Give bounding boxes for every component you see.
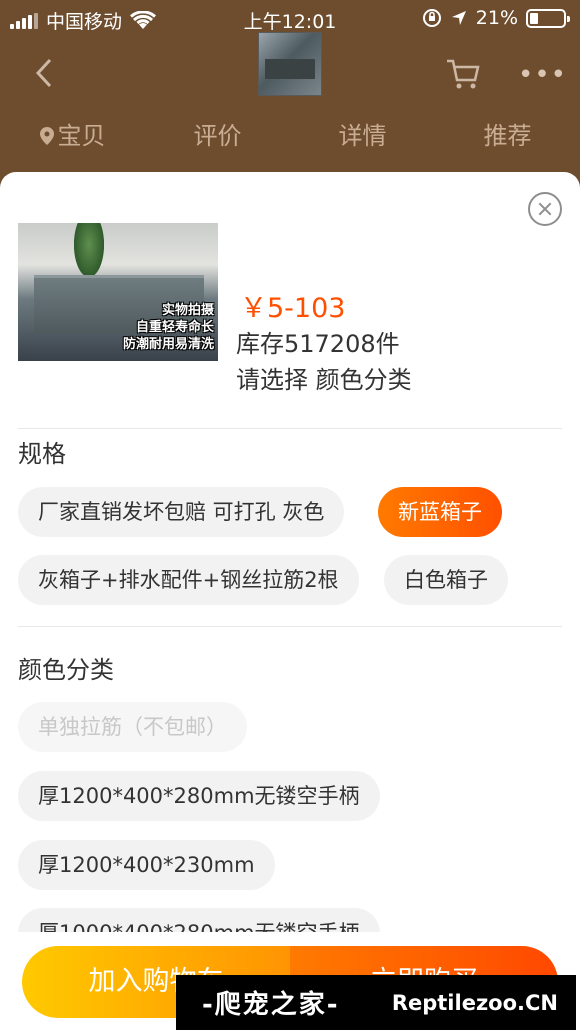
location-icon	[451, 11, 466, 25]
tab-details[interactable]: 详情	[290, 112, 435, 164]
tab-item[interactable]: 宝贝	[0, 112, 145, 164]
color-option[interactable]: 厚1200*400*280mm无镂空手柄	[18, 771, 380, 821]
cart-icon[interactable]	[446, 58, 480, 90]
price-range: ￥5-103	[240, 293, 346, 324]
battery-percent: 21%	[475, 7, 518, 29]
back-icon[interactable]	[30, 58, 60, 88]
plant-graphic	[74, 223, 104, 277]
close-icon[interactable]	[528, 192, 562, 226]
sku-selection-sheet: 实物拍摄 自重轻寿命长 防潮耐用易清洗 ￥5-103 库存517208件 请选择…	[0, 172, 580, 1030]
watermark-en: Reptilezoo.CN	[391, 990, 558, 1015]
battery-icon	[526, 8, 570, 28]
spec-option[interactable]: 白色箱子	[384, 555, 508, 605]
watermark: -爬宠之家- Reptilezoo.CN	[176, 975, 576, 1030]
nav-tabs: 宝贝 评价 详情 推荐	[0, 112, 580, 164]
product-image[interactable]: 实物拍摄 自重轻寿命长 防潮耐用易清洗	[18, 223, 218, 361]
divider	[18, 428, 562, 429]
nav-product-thumbnail[interactable]	[258, 32, 322, 96]
color-section-title: 颜色分类	[18, 656, 114, 684]
color-option-disabled[interactable]: 单独拉筋（不包邮）	[18, 702, 247, 752]
product-image-caption: 自重轻寿命长	[135, 320, 214, 335]
more-icon[interactable]: •••	[518, 60, 566, 90]
status-right: 21%	[422, 7, 570, 29]
location-pin-icon	[39, 127, 54, 145]
watermark-cn: -爬宠之家-	[202, 990, 340, 1020]
tab-recommend[interactable]: 推荐	[435, 112, 580, 164]
spec-option[interactable]: 灰箱子+排水配件+钢丝拉筋2根	[18, 555, 359, 605]
color-option[interactable]: 厚1200*400*230mm	[18, 840, 275, 890]
orientation-lock-icon	[422, 9, 441, 27]
screen: 中国移动 上午12:01 21% ••• 宝贝 评价 详情 推荐 实物拍摄 自重…	[0, 0, 580, 1030]
tab-item-label: 宝贝	[57, 122, 106, 150]
spec-option-selected[interactable]: 新蓝箱子	[378, 487, 502, 537]
selection-prompt: 请选择 颜色分类	[236, 366, 412, 394]
product-image-caption: 实物拍摄	[161, 303, 214, 318]
spec-option[interactable]: 厂家直销发坏包赔 可打孔 灰色	[18, 487, 345, 537]
divider	[18, 626, 562, 627]
spec-section-title: 规格	[18, 440, 66, 468]
tab-reviews[interactable]: 评价	[145, 112, 290, 164]
product-image-caption: 防潮耐用易清洗	[122, 337, 214, 352]
stock-count: 库存517208件	[236, 330, 400, 358]
nav-bar: •••	[0, 32, 580, 112]
